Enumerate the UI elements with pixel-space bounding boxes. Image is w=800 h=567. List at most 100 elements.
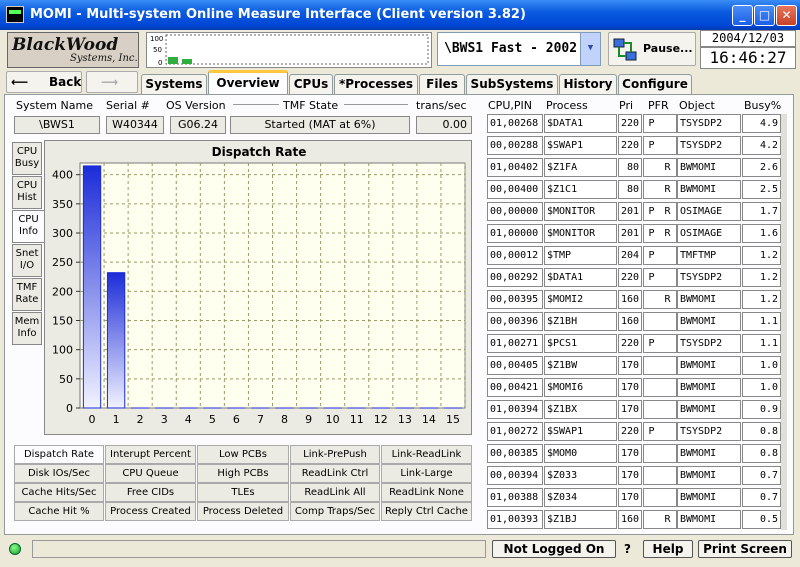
tab-processes[interactable]: *Processes bbox=[334, 74, 418, 94]
table-cell: $Z1C1 bbox=[544, 180, 617, 199]
table-cell: 4.2 bbox=[742, 136, 781, 155]
hdr-serial: Serial # bbox=[106, 99, 150, 112]
table-cell: P bbox=[643, 114, 659, 133]
table-cell: P bbox=[643, 334, 659, 353]
x-tick-label: 7 bbox=[257, 413, 264, 426]
table-cell bbox=[643, 488, 659, 507]
graph-button[interactable]: Disk IOs/Sec bbox=[14, 464, 104, 483]
graph-button[interactable]: Link-ReadLink bbox=[381, 445, 472, 464]
graph-button[interactable]: High PCBs bbox=[197, 464, 289, 483]
pause-button[interactable]: Pause... bbox=[608, 32, 696, 66]
x-tick-label: 8 bbox=[281, 413, 288, 426]
side-tab-tmf-rate[interactable]: TMF Rate bbox=[12, 278, 42, 311]
table-cell: R bbox=[659, 202, 677, 221]
table-cell: 00,00421 bbox=[487, 378, 543, 397]
table-cell: 01,00272 bbox=[487, 422, 543, 441]
graph-button[interactable]: TLEs bbox=[197, 483, 289, 502]
dispatch-rate-chart: Dispatch Rate 0 50 100 150 200 250 300 350 400 0 1… bbox=[44, 140, 472, 435]
login-button[interactable]: Not Logged On bbox=[492, 540, 616, 558]
trans-sec-value: 0.00 bbox=[416, 116, 472, 134]
graph-button[interactable]: Cache Hit % bbox=[14, 502, 104, 521]
graph-button[interactable]: ReadLink Ctrl bbox=[290, 464, 380, 483]
table-cell: $PCS1 bbox=[544, 334, 617, 353]
x-tick-label: 14 bbox=[422, 413, 436, 426]
table-cell bbox=[659, 488, 677, 507]
table-cell: $Z1BW bbox=[544, 356, 617, 375]
table-cell bbox=[659, 356, 677, 375]
x-tick-label: 1 bbox=[113, 413, 120, 426]
back-button[interactable]: ⟵ Back bbox=[6, 71, 82, 93]
tab-overview[interactable]: Overview bbox=[208, 70, 288, 95]
back-arrow-icon: ⟵ bbox=[11, 75, 29, 89]
tab-subsystems[interactable]: SubSystems bbox=[466, 74, 558, 94]
graph-button[interactable]: Dispatch Rate bbox=[14, 445, 104, 464]
table-cell: 0.8 bbox=[742, 422, 781, 441]
col-pri: Pri bbox=[619, 99, 634, 112]
graph-button[interactable]: Process Created bbox=[105, 502, 196, 521]
tab-files[interactable]: Files bbox=[419, 74, 465, 94]
table-cell: 00,00000 bbox=[487, 202, 543, 221]
tab-cpus[interactable]: CPUs bbox=[289, 74, 333, 94]
minimize-button[interactable]: _ bbox=[732, 5, 753, 26]
graph-button[interactable]: Comp Traps/Sec bbox=[290, 502, 380, 521]
graph-button[interactable]: Low PCBs bbox=[197, 445, 289, 464]
col-pfr: PFR bbox=[648, 99, 669, 112]
help-question-icon[interactable]: ? bbox=[624, 542, 631, 556]
help-button[interactable]: Help bbox=[643, 540, 693, 558]
table-cell: BWMOMI bbox=[677, 378, 741, 397]
table-cell: 4.9 bbox=[742, 114, 781, 133]
graph-button[interactable]: Process Deleted bbox=[197, 502, 289, 521]
table-cell: 80 bbox=[618, 180, 642, 199]
table-cell: 1.1 bbox=[742, 312, 781, 331]
side-tab-snet-io[interactable]: Snet I/O bbox=[12, 244, 42, 277]
graph-button[interactable]: ReadLink All bbox=[290, 483, 380, 502]
table-cell bbox=[659, 378, 677, 397]
side-tab-mem-info[interactable]: Mem Info bbox=[12, 312, 42, 345]
spark-tick-50: 50 bbox=[153, 46, 162, 54]
side-tab-cpu-info[interactable]: CPU Info bbox=[12, 210, 44, 243]
col-object: Object bbox=[679, 99, 715, 112]
graph-button[interactable]: Free CIDs bbox=[105, 483, 196, 502]
table-cell: 00,00288 bbox=[487, 136, 543, 155]
side-tab-cpu-busy[interactable]: CPU Busy bbox=[12, 142, 42, 175]
chevron-down-icon[interactable]: ▼ bbox=[580, 33, 600, 65]
table-cell: 170 bbox=[618, 400, 642, 419]
graph-button[interactable]: Link-Large bbox=[381, 464, 472, 483]
close-button[interactable]: ✕ bbox=[776, 5, 797, 26]
table-cell: 00,00394 bbox=[487, 466, 543, 485]
graph-button[interactable]: Cache Hits/Sec bbox=[14, 483, 104, 502]
graph-button[interactable]: Reply Ctrl Cache bbox=[381, 502, 472, 521]
table-cell: OSIMAGE bbox=[677, 224, 741, 243]
table-cell: BWMOMI bbox=[677, 444, 741, 463]
graph-button[interactable]: ReadLink None bbox=[381, 483, 472, 502]
tab-systems[interactable]: Systems bbox=[141, 74, 207, 94]
chart-title: Dispatch Rate bbox=[212, 145, 307, 159]
table-cell: 201 bbox=[618, 224, 642, 243]
graph-button[interactable]: CPU Queue bbox=[105, 464, 196, 483]
forward-button[interactable]: ⟶ bbox=[86, 71, 138, 93]
system-select[interactable]: \BWS1 Fast - 2002 ▼ bbox=[437, 32, 601, 66]
maximize-button[interactable]: □ bbox=[754, 5, 775, 26]
tab-configure[interactable]: Configure bbox=[618, 74, 692, 94]
y-tick-label: 250 bbox=[52, 256, 73, 269]
side-tab-cpu-hist[interactable]: CPU Hist bbox=[12, 176, 42, 209]
system-name-value: \BWS1 bbox=[14, 116, 100, 134]
table-cell: P bbox=[643, 136, 659, 155]
graph-button[interactable]: Interupt Percent bbox=[105, 445, 196, 464]
table-cell: 170 bbox=[618, 444, 642, 463]
serial-value: W40344 bbox=[106, 116, 164, 134]
graph-button[interactable]: Link-PrePush bbox=[290, 445, 380, 464]
y-tick-label: 350 bbox=[52, 198, 73, 211]
pause-label: Pause... bbox=[643, 42, 693, 55]
system-select-value: \BWS1 Fast - 2002 bbox=[444, 41, 578, 56]
table-scrollbar[interactable] bbox=[781, 114, 787, 530]
table-cell: $Z033 bbox=[544, 466, 617, 485]
tab-history[interactable]: History bbox=[559, 74, 617, 94]
table-cell bbox=[643, 290, 659, 309]
col-busy: Busy% bbox=[744, 99, 782, 112]
table-cell: $DATA1 bbox=[544, 114, 617, 133]
x-tick-label: 5 bbox=[209, 413, 216, 426]
table-cell: BWMOMI bbox=[677, 466, 741, 485]
print-screen-button[interactable]: Print Screen bbox=[698, 540, 792, 558]
table-cell: 0.8 bbox=[742, 444, 781, 463]
